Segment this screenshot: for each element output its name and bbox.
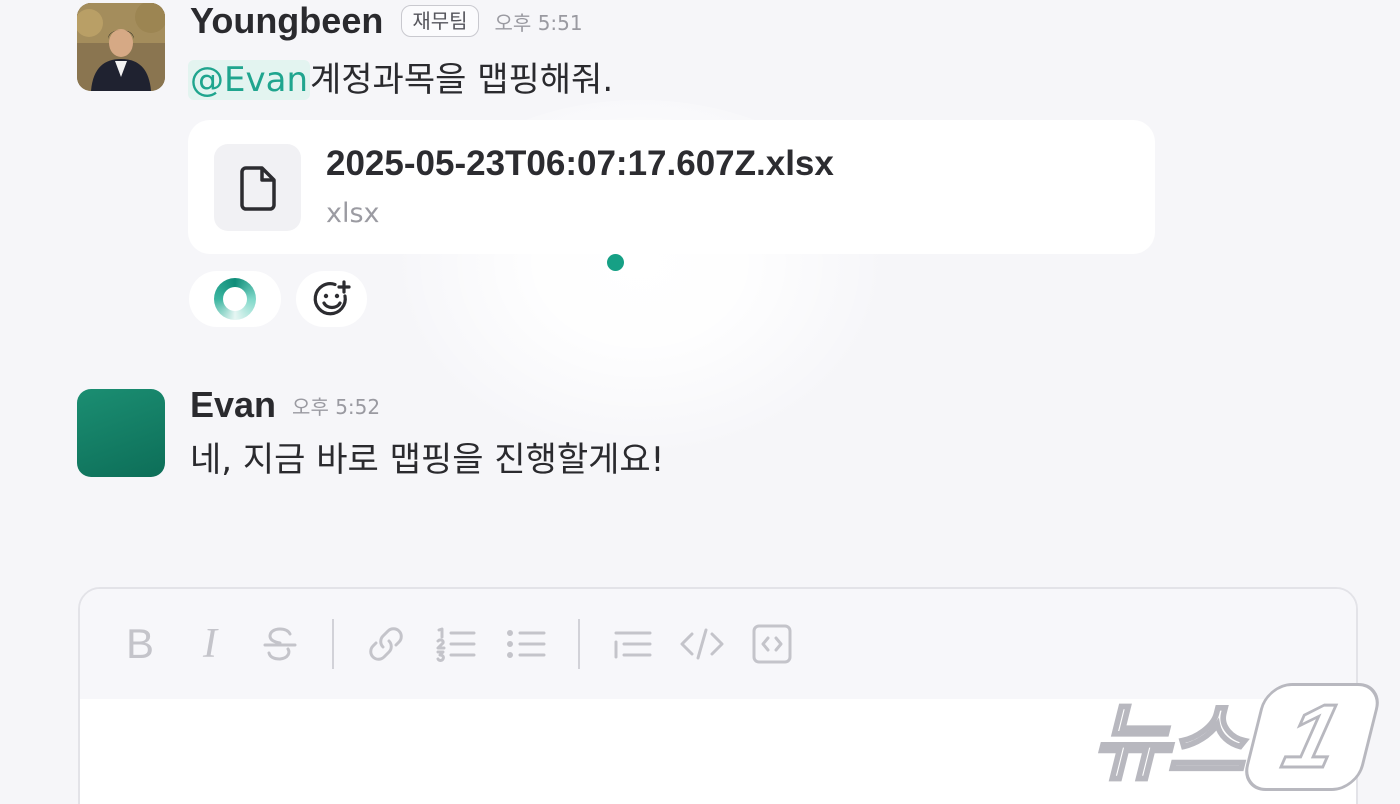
bold-icon: B bbox=[125, 620, 154, 667]
sender-name[interactable]: Youngbeen bbox=[190, 0, 383, 42]
message-time: 오후 5:51 bbox=[494, 10, 583, 35]
toolbar-divider bbox=[578, 619, 580, 669]
bullet-list-button[interactable] bbox=[502, 620, 550, 668]
strikethrough-icon bbox=[263, 627, 297, 661]
watermark-mark: 1 bbox=[1273, 685, 1351, 788]
document-icon bbox=[239, 165, 276, 211]
watermark-text: 뉴스 bbox=[1091, 695, 1247, 792]
message-header: Evan 오후 5:52 bbox=[190, 384, 380, 426]
italic-button[interactable]: I bbox=[186, 620, 234, 668]
link-icon bbox=[369, 627, 403, 661]
add-reaction-button[interactable] bbox=[296, 271, 367, 327]
file-name[interactable]: 2025-05-23T06:07:17.607Z.xlsx bbox=[326, 144, 834, 184]
file-attachment-card[interactable]: 2025-05-23T06:07:17.607Z.xlsx xlsx bbox=[188, 120, 1155, 254]
italic-icon: I bbox=[203, 621, 217, 667]
watermark-logo: 1 bbox=[1239, 682, 1385, 791]
ordered-list-icon bbox=[436, 627, 476, 662]
message-text: @Evan계정과목을 맵핑해줘. bbox=[188, 58, 613, 102]
news1-watermark: 뉴스 1 bbox=[1091, 676, 1385, 797]
avatar-evan[interactable] bbox=[77, 389, 165, 477]
avatar-youngbeen[interactable] bbox=[77, 3, 165, 91]
message-header: Youngbeen 재무팀 오후 5:51 bbox=[190, 0, 583, 42]
message-time: 오후 5:52 bbox=[292, 394, 381, 419]
mention-chip[interactable]: @Evan bbox=[188, 60, 310, 100]
ordered-list-button[interactable] bbox=[432, 620, 480, 668]
loading-ring-icon bbox=[214, 278, 256, 320]
toolbar-divider bbox=[332, 619, 334, 669]
code-block-icon bbox=[752, 624, 792, 664]
message-text: 네, 지금 바로 맵핑을 진행할게요! bbox=[190, 440, 665, 480]
blockquote-icon bbox=[614, 631, 652, 659]
code-block-button[interactable] bbox=[748, 620, 796, 668]
strikethrough-button[interactable] bbox=[256, 620, 304, 668]
file-type: xlsx bbox=[326, 198, 380, 229]
cursor-indicator-dot bbox=[607, 254, 624, 271]
bullet-list-icon bbox=[507, 630, 546, 658]
link-button[interactable] bbox=[362, 620, 410, 668]
code-icon bbox=[680, 628, 724, 660]
add-reaction-icon bbox=[313, 280, 351, 316]
blockquote-button[interactable] bbox=[608, 620, 656, 668]
bold-button[interactable]: B bbox=[116, 620, 164, 668]
message-body: 계정과목을 맵핑해줘. bbox=[310, 60, 614, 100]
profile-photo-icon bbox=[77, 3, 165, 91]
reaction-loading-pill[interactable] bbox=[189, 271, 281, 327]
sender-name[interactable]: Evan bbox=[190, 384, 276, 426]
team-badge: 재무팀 bbox=[401, 5, 479, 37]
file-icon-box bbox=[214, 144, 301, 231]
code-button[interactable] bbox=[678, 620, 726, 668]
